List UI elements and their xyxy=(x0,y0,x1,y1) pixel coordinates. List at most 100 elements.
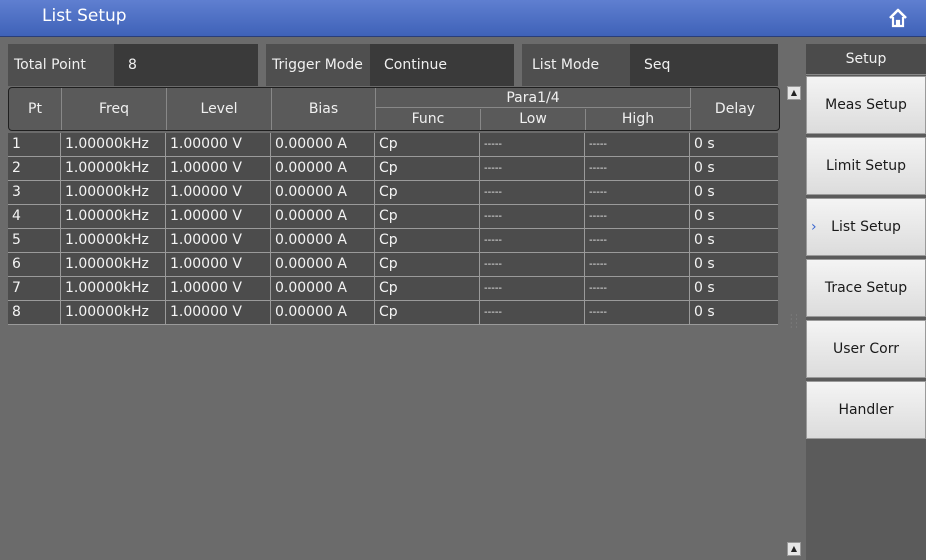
cell-high[interactable]: ----- xyxy=(585,253,690,276)
cell-low[interactable]: ----- xyxy=(480,253,585,276)
cell-delay[interactable]: 0 s xyxy=(690,157,778,180)
cell-low[interactable]: ----- xyxy=(480,157,585,180)
cell-bias[interactable]: 0.00000 A xyxy=(271,253,375,276)
total-point-value[interactable]: 8 xyxy=(114,44,258,86)
cell-high[interactable]: ----- xyxy=(585,277,690,300)
cell-low[interactable]: ----- xyxy=(480,205,585,228)
cell-freq[interactable]: 1.00000kHz xyxy=(61,181,166,204)
table-row[interactable]: 5 1.00000kHz 1.00000 V 0.00000 A Cp ----… xyxy=(8,229,778,253)
cell-func[interactable]: Cp xyxy=(375,181,480,204)
cell-delay[interactable]: 0 s xyxy=(690,205,778,228)
meas-setup-button[interactable]: Meas Setup xyxy=(806,76,926,134)
handler-button[interactable]: Handler xyxy=(806,381,926,439)
home-icon[interactable] xyxy=(886,6,910,30)
trigger-mode-label: Trigger Mode xyxy=(266,44,370,86)
user-corr-label: User Corr xyxy=(833,341,899,357)
trigger-mode-value[interactable]: Continue xyxy=(370,44,514,86)
col-low: Low xyxy=(481,109,586,130)
cell-pt[interactable]: 2 xyxy=(8,157,61,180)
cell-delay[interactable]: 0 s xyxy=(690,277,778,300)
cell-func[interactable]: Cp xyxy=(375,157,480,180)
limit-setup-label: Limit Setup xyxy=(826,158,906,174)
cell-freq[interactable]: 1.00000kHz xyxy=(61,205,166,228)
cell-freq[interactable]: 1.00000kHz xyxy=(61,277,166,300)
trace-setup-label: Trace Setup xyxy=(824,280,908,296)
list-setup-button[interactable]: › List Setup xyxy=(806,198,926,256)
cell-pt[interactable]: 3 xyxy=(8,181,61,204)
scroll-up-icon[interactable]: ▲ xyxy=(787,86,801,100)
cell-high[interactable]: ----- xyxy=(585,229,690,252)
cell-low[interactable]: ----- xyxy=(480,277,585,300)
cell-delay[interactable]: 0 s xyxy=(690,181,778,204)
cell-level[interactable]: 1.00000 V xyxy=(166,181,271,204)
cell-level[interactable]: 1.00000 V xyxy=(166,301,271,324)
cell-low[interactable]: ----- xyxy=(480,133,585,156)
cell-bias[interactable]: 0.00000 A xyxy=(271,133,375,156)
cell-high[interactable]: ----- xyxy=(585,157,690,180)
cell-func[interactable]: Cp xyxy=(375,205,480,228)
cell-delay[interactable]: 0 s xyxy=(690,133,778,156)
cell-freq[interactable]: 1.00000kHz xyxy=(61,229,166,252)
cell-low[interactable]: ----- xyxy=(480,229,585,252)
cell-freq[interactable]: 1.00000kHz xyxy=(61,157,166,180)
cell-pt[interactable]: 4 xyxy=(8,205,61,228)
cell-func[interactable]: Cp xyxy=(375,277,480,300)
cell-pt[interactable]: 1 xyxy=(8,133,61,156)
scroll-grip-icon[interactable]: · · · · · · · · xyxy=(790,312,798,332)
cell-pt[interactable]: 8 xyxy=(8,301,61,324)
cell-pt[interactable]: 7 xyxy=(8,277,61,300)
page-title: List Setup xyxy=(42,6,127,26)
table-row[interactable]: 7 1.00000kHz 1.00000 V 0.00000 A Cp ----… xyxy=(8,277,778,301)
cell-pt[interactable]: 6 xyxy=(8,253,61,276)
limit-setup-button[interactable]: Limit Setup xyxy=(806,137,926,195)
table-row[interactable]: 8 1.00000kHz 1.00000 V 0.00000 A Cp ----… xyxy=(8,301,778,325)
cell-bias[interactable]: 0.00000 A xyxy=(271,205,375,228)
side-panel-title: Setup xyxy=(806,44,926,75)
cell-high[interactable]: ----- xyxy=(585,301,690,324)
table-scrollbar[interactable]: ▲ · · · · · · · · ▲ xyxy=(785,86,803,560)
cell-bias[interactable]: 0.00000 A xyxy=(271,229,375,252)
cell-high[interactable]: ----- xyxy=(585,181,690,204)
cell-func[interactable]: Cp xyxy=(375,253,480,276)
table-row[interactable]: 2 1.00000kHz 1.00000 V 0.00000 A Cp ----… xyxy=(8,157,778,181)
title-bar: List Setup xyxy=(0,0,926,37)
cell-freq[interactable]: 1.00000kHz xyxy=(61,301,166,324)
cell-func[interactable]: Cp xyxy=(375,229,480,252)
cell-level[interactable]: 1.00000 V xyxy=(166,157,271,180)
col-freq: Freq xyxy=(62,88,167,130)
list-mode-value[interactable]: Seq xyxy=(630,44,778,86)
cell-delay[interactable]: 0 s xyxy=(690,229,778,252)
table-row[interactable]: 4 1.00000kHz 1.00000 V 0.00000 A Cp ----… xyxy=(8,205,778,229)
cell-high[interactable]: ----- xyxy=(585,205,690,228)
cell-pt[interactable]: 5 xyxy=(8,229,61,252)
scroll-down-icon[interactable]: ▲ xyxy=(787,542,801,556)
user-corr-button[interactable]: User Corr xyxy=(806,320,926,378)
cell-func[interactable]: Cp xyxy=(375,133,480,156)
cell-delay[interactable]: 0 s xyxy=(690,301,778,324)
list-info-row: Total Point 8 Trigger Mode Continue List… xyxy=(0,44,778,86)
col-high: High xyxy=(586,109,691,130)
cell-bias[interactable]: 0.00000 A xyxy=(271,181,375,204)
cell-high[interactable]: ----- xyxy=(585,133,690,156)
cell-func[interactable]: Cp xyxy=(375,301,480,324)
cell-freq[interactable]: 1.00000kHz xyxy=(61,253,166,276)
cell-level[interactable]: 1.00000 V xyxy=(166,277,271,300)
cell-level[interactable]: 1.00000 V xyxy=(166,253,271,276)
cell-bias[interactable]: 0.00000 A xyxy=(271,157,375,180)
cell-level[interactable]: 1.00000 V xyxy=(166,205,271,228)
cell-low[interactable]: ----- xyxy=(480,301,585,324)
cell-level[interactable]: 1.00000 V xyxy=(166,229,271,252)
cell-delay[interactable]: 0 s xyxy=(690,253,778,276)
col-level: Level xyxy=(167,88,272,130)
table-row[interactable]: 6 1.00000kHz 1.00000 V 0.00000 A Cp ----… xyxy=(8,253,778,277)
table-row[interactable]: 3 1.00000kHz 1.00000 V 0.00000 A Cp ----… xyxy=(8,181,778,205)
trace-setup-button[interactable]: Trace Setup xyxy=(806,259,926,317)
table-row[interactable]: 1 1.00000kHz 1.00000 V 0.00000 A Cp ----… xyxy=(8,133,778,157)
cell-level[interactable]: 1.00000 V xyxy=(166,133,271,156)
col-para[interactable]: Para1/4 xyxy=(376,88,691,108)
cell-low[interactable]: ----- xyxy=(480,181,585,204)
cell-bias[interactable]: 0.00000 A xyxy=(271,301,375,324)
cell-freq[interactable]: 1.00000kHz xyxy=(61,133,166,156)
list-table-body: 1 1.00000kHz 1.00000 V 0.00000 A Cp ----… xyxy=(8,133,778,325)
cell-bias[interactable]: 0.00000 A xyxy=(271,277,375,300)
